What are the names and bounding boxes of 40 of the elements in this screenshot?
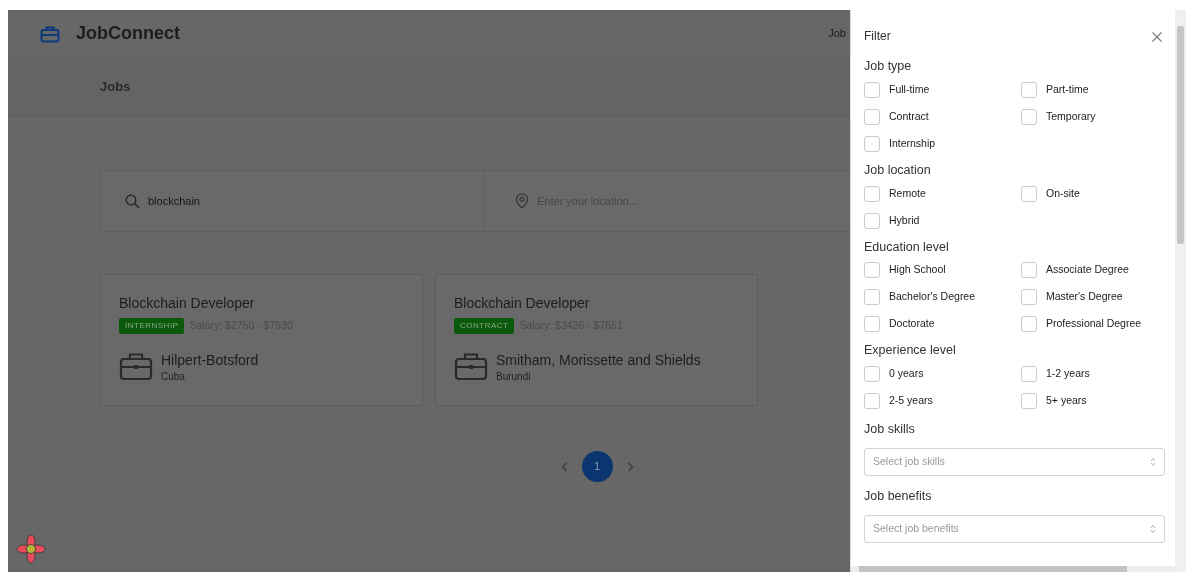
section-heading: Experience level xyxy=(864,342,957,360)
page-title: Jobs xyxy=(100,78,131,97)
checkbox-label: 2-5 years xyxy=(889,393,933,409)
checkbox-label: Associate Degree xyxy=(1046,262,1129,278)
checkbox-label: 5+ years xyxy=(1046,393,1087,409)
section-heading: Job skills xyxy=(864,421,916,438)
checkbox-label: 1-2 years xyxy=(1046,366,1090,382)
country-text: Cuba xyxy=(161,371,186,382)
select-field[interactable]: Select job skills xyxy=(864,447,1165,476)
checkbox-label: Doctorate xyxy=(889,316,935,332)
checkbox-label: Professional Degree xyxy=(1046,316,1142,332)
checkbox-label: Contract xyxy=(889,108,929,124)
checkbox-label: Master's Degree xyxy=(1046,289,1123,305)
checkbox-label: High School xyxy=(889,262,946,278)
search-field[interactable]: blockchain xyxy=(146,191,346,211)
panel-title: Filter xyxy=(864,28,891,45)
checkbox-label: On-site xyxy=(1046,185,1080,201)
page-button[interactable]: 1 xyxy=(581,451,613,482)
checkbox-label: Remote xyxy=(889,185,926,201)
job-title: Blockchain Developer xyxy=(454,294,591,313)
checkbox-label: Full-time xyxy=(889,81,930,97)
nav-link[interactable]: Job xyxy=(828,25,846,42)
section-heading: Job type xyxy=(864,58,913,75)
checkbox-label: Part-time xyxy=(1046,81,1089,97)
checkbox-label: 0 years xyxy=(889,366,924,382)
country-text: Burundi xyxy=(496,371,532,382)
section-heading: Job location xyxy=(864,161,932,179)
checkbox-label: Internship xyxy=(889,135,936,151)
checkbox-label: Hybrid xyxy=(889,212,920,228)
select-field[interactable]: Select job benefits xyxy=(864,514,1165,543)
job-type-tag: CONTRACT xyxy=(454,318,515,334)
company-name: Hilpert-Botsford xyxy=(161,351,259,370)
checkbox-label: Bachelor's Degree xyxy=(889,289,976,305)
checkbox-label: Temporary xyxy=(1046,108,1096,124)
brand-name[interactable]: JobConnect xyxy=(76,20,180,47)
job-title: Blockchain Developer xyxy=(119,294,256,313)
section-heading: Education level xyxy=(864,238,950,256)
job-type-tag: INTERNSHIP xyxy=(119,318,185,334)
company-name: Smitham, Morissette and Shields xyxy=(496,351,701,370)
section-heading: Job benefits xyxy=(864,487,933,505)
